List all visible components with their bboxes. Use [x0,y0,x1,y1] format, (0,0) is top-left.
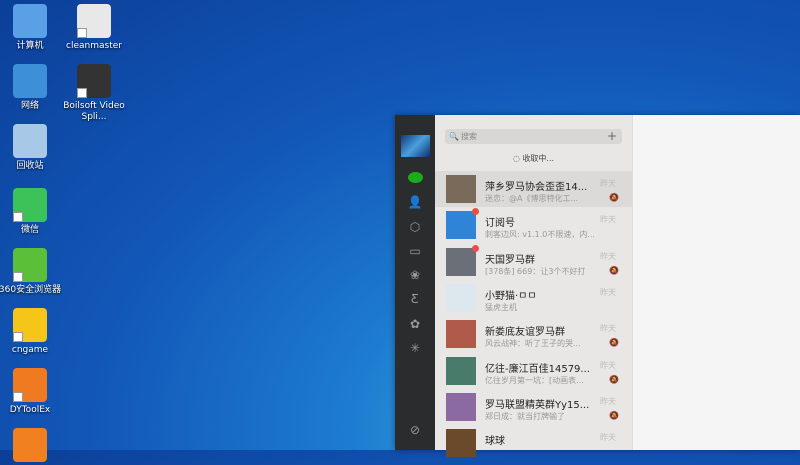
chat-pane [632,115,800,450]
chat-time: 昨天 [600,360,616,370]
chat-time: 昨天 [600,324,616,334]
desktop-icon[interactable]: cngame [0,308,68,356]
chat-last-message: 猛虎主机 [485,302,517,312]
mute-bell-icon: 🔕 [609,374,619,384]
chat-avatar [446,211,476,240]
chat-list: 🔍 搜索 + ◌ 收取中... 萍乡罗马协会歪歪14... 迷恋：@A《博思特化工… [435,115,632,458]
chat-last-message: 迷恋：@A《博思特化工... [485,194,579,203]
chat-name: 罗马联盟精英群Yy15... [485,399,590,411]
desktop-icon-label: 微信 [20,225,39,235]
chat-name: 球球 [485,436,505,448]
chat-name: 订阅号 [485,218,515,230]
chat-name: 萍乡罗马协会歪歪14... [485,182,588,193]
chat-last-message: 亿往岁月第一坑：[动画表... [485,375,584,385]
moments-icon[interactable]: ❀ [407,268,423,282]
app-icon [13,124,47,158]
chat-last-message: 刺客边风: v1.1.0不限速，内... [485,230,595,240]
chat-avatar [446,429,476,458]
app-icon [13,248,47,282]
chat-last-message: [378条] 669：让3个不好打 [485,266,586,276]
shortcut-arrow-icon [13,332,23,342]
desktop-icon-label: Boilsoft Video Spli... [63,101,125,122]
shortcut-arrow-icon [77,88,87,98]
chat-time: 昨天 [600,179,616,188]
wechat-sidebar: 👤 ⬡ ▭ ❀ Ƹ ✿ ✳ ⊘ [395,115,435,450]
chat-time: 昨天 [600,396,616,406]
chat-name: 天国罗马群 [485,254,535,266]
chat-list-item[interactable]: 亿往-廉江百佳14579... 亿往岁月第一坑：[动画表... 昨天 🔕 [435,353,632,389]
chat-name: 小野猫·ㅁㅁ [485,290,537,302]
app-icon [77,64,111,98]
desktop-icon[interactable] [0,428,68,465]
desktop-icon-label: cngame [11,345,49,355]
chat-avatar [446,392,476,421]
app-icon [13,368,47,402]
folder-icon[interactable]: ▭ [407,244,423,258]
receiving-status: ◌ 收取中... [512,154,555,163]
desktop-icon[interactable]: 微信 [0,188,68,236]
app-icon [13,308,47,342]
desktop-icon-label: DYToolEx [9,405,51,415]
desktop-icon[interactable]: Boilsoft Video Spli... [56,64,132,123]
mini-program-icon[interactable]: ✿ [407,317,423,331]
avatar[interactable] [401,135,430,157]
box-icon[interactable]: ⬡ [407,220,423,234]
chat-list-item[interactable]: 新娄底友谊罗马群 风云战神：听了王子的哭... 昨天 🔕 [435,316,632,352]
wechat-window: 👤 ⬡ ▭ ❀ Ƹ ✿ ✳ ⊘ 🔍 搜索 + ◌ 收取中... 萍乡罗马协会歪歪1… [395,115,800,458]
desktop-icon-label: 360安全浏览器 [0,285,62,295]
chat-list-item[interactable]: 订阅号 刺客边风: v1.1.0不限速，内... 昨天 [435,207,632,243]
desktop-icon-label: cleanmaster [66,41,122,51]
desktop-icon[interactable]: 回收站 [0,124,68,172]
chat-time: 昨天 [600,251,616,261]
chat-list-item[interactable]: 小野猫·ㅁㅁ 猛虎主机 昨天 [435,280,632,316]
chat-icon[interactable] [407,171,423,185]
mute-bell-icon: 🔕 [609,338,619,348]
desktop-icon[interactable]: 360安全浏览器 [0,248,68,296]
desktop-icon-label: 回收站 [16,161,44,171]
chat-time: 昨天 [600,215,616,225]
shortcut-arrow-icon [13,272,23,282]
chat-avatar [446,175,476,203]
chat-avatar [446,247,476,276]
butterfly-icon[interactable]: Ƹ [407,292,423,306]
mute-bell-icon: 🔕 [609,265,619,275]
mute-bell-icon: 🔕 [609,410,619,420]
search-icon: 🔍 [449,132,459,141]
chat-list-item[interactable]: 萍乡罗马协会歪歪14... 迷恋：@A《博思特化工... 昨天 🔕 [435,171,632,207]
app-icon [13,4,47,38]
shortcut-arrow-icon [13,212,23,222]
desktop-icon[interactable]: DYToolEx [0,368,68,416]
chat-name: 亿往-廉江百佳14579... [485,363,590,375]
sparkle-icon[interactable]: ✳ [407,341,423,355]
add-button[interactable]: + [602,129,622,144]
chat-list-item[interactable]: 球球 昨天 [435,425,632,461]
chat-avatar [446,320,476,349]
search-input[interactable]: 🔍 搜索 [445,129,605,144]
app-icon [13,64,47,98]
chat-last-message: 风云战神：听了王子的哭... [485,339,581,349]
mute-bell-icon: 🔕 [609,193,619,202]
chat-time: 昨天 [600,287,616,297]
chat-list-item[interactable]: 罗马联盟精英群Yy15... 郑日成：就当打牌输了 昨天 🔕 [435,389,632,425]
chat-avatar [446,283,476,312]
unread-badge [472,244,479,252]
app-icon [13,188,47,222]
chat-list-item[interactable]: 天国罗马群 [378条] 669：让3个不好打 昨天 🔕 [435,244,632,280]
app-icon [13,428,47,462]
app-icon [77,4,111,38]
shortcut-arrow-icon [77,28,87,38]
shortcut-arrow-icon [13,392,23,402]
contacts-icon[interactable]: 👤 [407,195,423,209]
unread-badge [472,208,479,216]
chat-avatar [446,356,476,385]
link-icon[interactable]: ⊘ [407,423,423,437]
desktop-icon[interactable]: cleanmaster [56,4,132,52]
chat-name: 新娄底友谊罗马群 [485,327,565,339]
chat-last-message: 郑日成：就当打牌输了 [485,411,565,421]
chat-time: 昨天 [600,433,616,443]
